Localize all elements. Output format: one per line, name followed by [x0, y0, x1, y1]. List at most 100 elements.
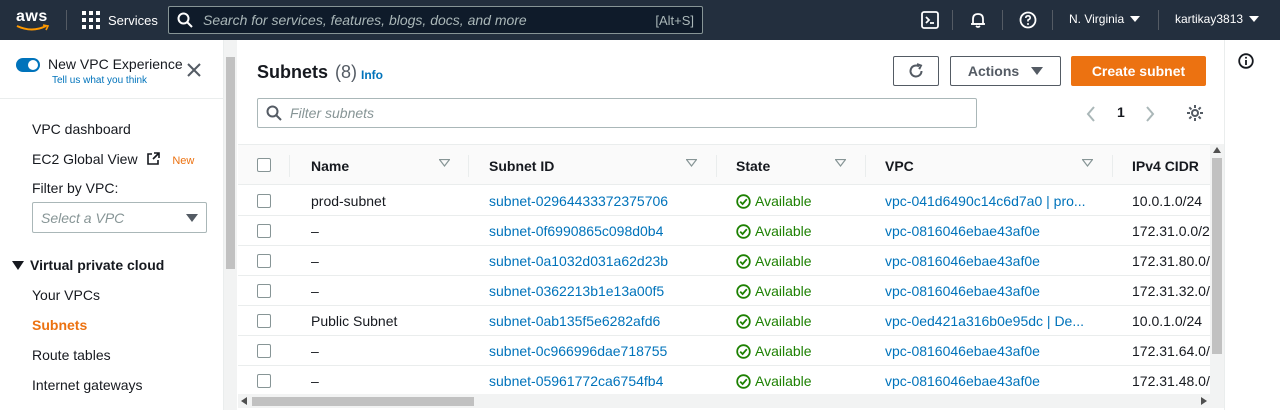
table-scroll-thumb[interactable]	[1212, 158, 1222, 354]
cell-state: Available	[736, 253, 812, 269]
column-header-ipv4-cidr[interactable]: IPv4 CIDR	[1132, 158, 1199, 174]
caret-down-icon	[1249, 15, 1260, 22]
help-icon[interactable]	[1018, 10, 1038, 30]
state-label: Available	[755, 223, 812, 239]
region-selector[interactable]: N. Virginia	[1069, 12, 1141, 26]
sidebar-item-your-vpcs[interactable]: Your VPCs	[32, 287, 100, 303]
cell-vpc[interactable]: vpc-0816046ebae43af0e	[885, 343, 1100, 359]
table-vertical-scrollbar[interactable]	[1210, 144, 1224, 406]
check-circle-icon	[736, 223, 751, 239]
cell-ipv4-cidr: 172.31.48.0/	[1132, 373, 1210, 389]
column-header-subnet-id[interactable]: Subnet ID	[489, 158, 554, 174]
table-row[interactable]: – subnet-05961772ca6754fb4 Available vpc…	[238, 366, 1224, 396]
sort-icon[interactable]	[1082, 159, 1093, 167]
sidebar-item-internet-gateways[interactable]: Internet gateways	[32, 377, 143, 393]
table-row[interactable]: – subnet-0362213b1e13a00f5 Available vpc…	[238, 276, 1224, 306]
cell-name: –	[311, 343, 319, 359]
cell-subnet-id[interactable]: subnet-0362213b1e13a00f5	[489, 283, 704, 299]
row-checkbox[interactable]	[257, 194, 271, 208]
cell-ipv4-cidr: 172.31.80.0/	[1132, 253, 1210, 269]
cell-ipv4-cidr: 172.31.32.0/	[1132, 283, 1210, 299]
cell-vpc[interactable]: vpc-0816046ebae43af0e	[885, 373, 1100, 389]
sort-icon[interactable]	[835, 159, 846, 167]
cell-name: –	[311, 253, 319, 269]
nav-divider	[952, 10, 953, 30]
filter-by-vpc-label: Filter by VPC:	[32, 180, 119, 196]
chevron-left-icon[interactable]	[1086, 106, 1096, 122]
page-number[interactable]: 1	[1117, 104, 1125, 120]
column-header-state[interactable]: State	[736, 158, 770, 174]
row-checkbox[interactable]	[257, 374, 271, 388]
chevron-right-icon[interactable]	[1145, 106, 1155, 122]
gear-icon[interactable]	[1186, 104, 1204, 122]
info-link[interactable]: Info	[361, 68, 383, 82]
sidebar-scrollbar[interactable]	[224, 40, 237, 410]
sidebar-item-ec2-global-view[interactable]: EC2 Global View New	[32, 151, 194, 167]
cell-vpc[interactable]: vpc-0816046ebae43af0e	[885, 283, 1100, 299]
account-menu[interactable]: kartikay3813	[1175, 12, 1260, 26]
scroll-right-arrow-icon[interactable]	[1201, 397, 1207, 405]
feedback-link[interactable]: Tell us what you think	[52, 75, 147, 86]
cell-subnet-id[interactable]: subnet-05961772ca6754fb4	[489, 373, 704, 389]
section-virtual-private-cloud[interactable]: Virtual private cloud	[12, 257, 164, 273]
refresh-button[interactable]	[893, 56, 939, 86]
row-checkbox[interactable]	[257, 284, 271, 298]
section-title: Virtual private cloud	[30, 257, 165, 273]
search-shortcut: [Alt+S]	[655, 12, 694, 28]
column-header-name[interactable]: Name	[311, 158, 349, 174]
table-row[interactable]: prod-subnet subnet-02964433372375706 Ava…	[238, 186, 1224, 216]
main-content: Subnets (8) Info Actions Create subnet F…	[238, 40, 1224, 410]
row-checkbox[interactable]	[257, 344, 271, 358]
cell-state: Available	[736, 283, 812, 299]
row-checkbox[interactable]	[257, 254, 271, 268]
sidebar-item-route-tables[interactable]: Route tables	[32, 347, 111, 363]
aws-logo[interactable]: aws	[16, 6, 52, 34]
table-horizontal-scrollbar[interactable]	[238, 394, 1224, 408]
scroll-left-arrow-icon[interactable]	[241, 397, 247, 405]
sort-icon[interactable]	[686, 159, 697, 167]
cell-vpc[interactable]: vpc-0816046ebae43af0e	[885, 253, 1100, 269]
page-title: Subnets (8)	[257, 62, 357, 83]
vpc-filter-select[interactable]: Select a VPC	[32, 202, 207, 233]
row-checkbox[interactable]	[257, 314, 271, 328]
actions-button[interactable]: Actions	[950, 56, 1061, 86]
cell-vpc[interactable]: vpc-0816046ebae43af0e	[885, 223, 1100, 239]
create-subnet-button[interactable]: Create subnet	[1071, 56, 1206, 86]
table-row[interactable]: – subnet-0a1032d031a62d23b Available vpc…	[238, 246, 1224, 276]
caret-down-icon	[1031, 67, 1044, 75]
vpc-experience-toggle-group: New VPC Experience Tell us what you thin…	[16, 56, 183, 86]
cloudshell-icon[interactable]	[920, 10, 940, 30]
cell-subnet-id[interactable]: subnet-0a1032d031a62d23b	[489, 253, 704, 269]
info-icon[interactable]	[1238, 53, 1254, 69]
filter-subnets-input[interactable]: Filter subnets	[257, 98, 977, 128]
cell-name: –	[311, 223, 319, 239]
sort-icon[interactable]	[439, 159, 450, 167]
cell-ipv4-cidr: 10.0.1.0/24	[1132, 313, 1203, 329]
cell-subnet-id[interactable]: subnet-02964433372375706	[489, 193, 704, 209]
row-checkbox[interactable]	[257, 224, 271, 238]
sidebar-item-subnets[interactable]: Subnets	[32, 317, 87, 333]
check-circle-icon	[736, 253, 751, 269]
state-label: Available	[755, 193, 812, 209]
cell-subnet-id[interactable]: subnet-0f6990865c098d0b4	[489, 223, 704, 239]
close-icon[interactable]	[186, 62, 202, 78]
horizontal-scroll-thumb[interactable]	[252, 397, 474, 406]
vpc-experience-title: New VPC Experience	[48, 56, 183, 72]
scroll-up-arrow-icon[interactable]	[1213, 147, 1221, 153]
sidebar-item-vpc-dashboard[interactable]: VPC dashboard	[32, 121, 131, 137]
services-menu[interactable]: Services	[82, 11, 158, 29]
table-row[interactable]: Public Subnet subnet-0ab135f5e6282afd6 A…	[238, 306, 1224, 336]
column-header-vpc[interactable]: VPC	[885, 158, 914, 174]
global-search-input[interactable]: Search for services, features, blogs, do…	[168, 6, 703, 34]
cell-vpc[interactable]: vpc-0ed421a316b0e95dc | De...	[885, 313, 1100, 329]
table-row[interactable]: – subnet-0f6990865c098d0b4 Available vpc…	[238, 216, 1224, 246]
top-navigation: aws Services Search for services, featur…	[0, 0, 1280, 40]
select-all-checkbox[interactable]	[257, 158, 271, 172]
cell-subnet-id[interactable]: subnet-0ab135f5e6282afd6	[489, 313, 704, 329]
cell-vpc[interactable]: vpc-041d6490c14c6d7a0 | pro...	[885, 193, 1100, 209]
table-row[interactable]: – subnet-0c966996dae718755 Available vpc…	[238, 336, 1224, 366]
sidebar-scroll-thumb[interactable]	[226, 57, 235, 269]
bell-icon[interactable]	[968, 10, 988, 30]
vpc-experience-toggle[interactable]	[16, 58, 40, 72]
cell-subnet-id[interactable]: subnet-0c966996dae718755	[489, 343, 704, 359]
